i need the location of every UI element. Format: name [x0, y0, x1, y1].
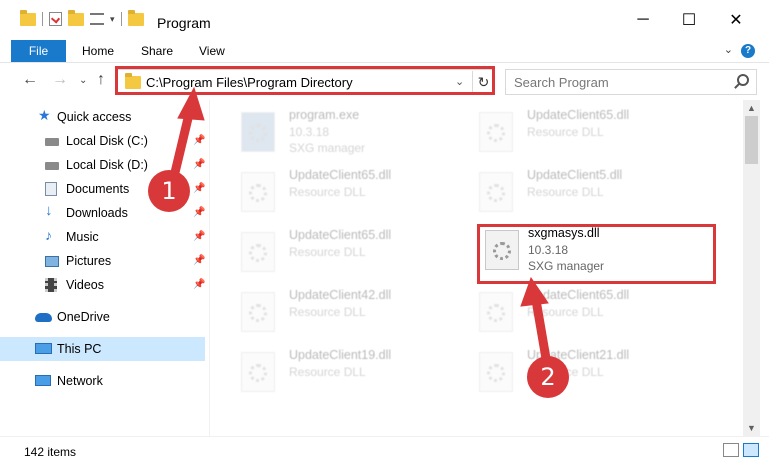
annotation-overlay	[167, 86, 553, 375]
annotation-badge-2: 2	[527, 356, 569, 398]
annotation-badge-1: 1	[148, 170, 190, 212]
